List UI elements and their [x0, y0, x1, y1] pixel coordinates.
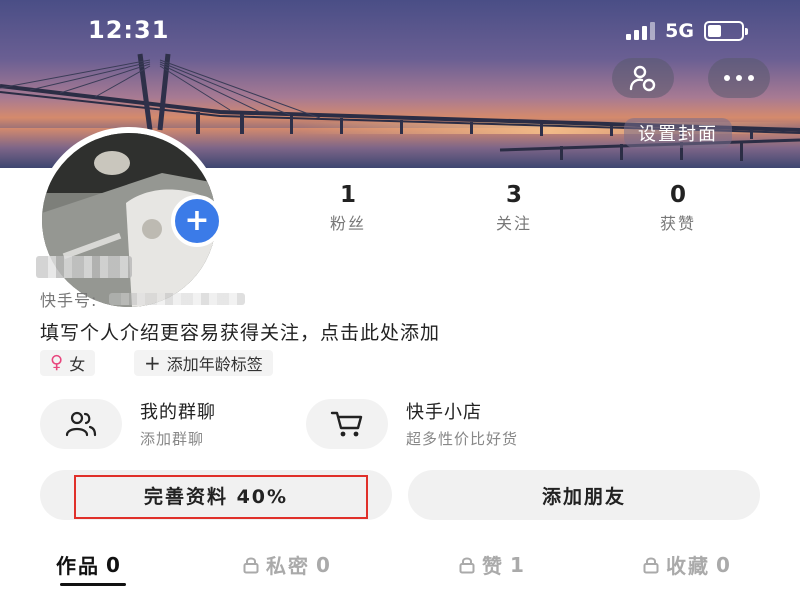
- lock-icon: [643, 557, 659, 573]
- active-tab-indicator: [60, 583, 126, 586]
- tab-label: 收藏: [666, 554, 710, 578]
- stat-value: 1: [339, 182, 356, 208]
- gender-tag[interactable]: ♀ 女: [40, 350, 96, 376]
- tab-count: 1: [510, 552, 526, 577]
- tab-label: 私密: [266, 554, 310, 578]
- stat-label: 粉丝: [329, 214, 366, 233]
- user-switch-icon: [629, 65, 656, 92]
- tab-favorites[interactable]: 收藏 0: [642, 550, 732, 579]
- signal-icon: [626, 22, 656, 40]
- more-icon: [724, 75, 754, 81]
- add-age-tag-button[interactable]: + 添加年龄标签: [134, 350, 273, 376]
- entry-title: 快手小店: [406, 402, 482, 423]
- kwai-id[interactable]: 快手号:: [40, 287, 246, 311]
- more-button[interactable]: [708, 58, 770, 98]
- plus-icon: +: [144, 351, 161, 375]
- username-blurred: [36, 256, 132, 278]
- avatar-add-button[interactable]: +: [171, 195, 223, 247]
- stat-value: 3: [505, 182, 522, 208]
- status-time: 12:31: [88, 16, 170, 44]
- user-switch-button[interactable]: [612, 58, 674, 98]
- cart-icon: [330, 411, 363, 436]
- stat-label: 获赞: [659, 214, 696, 233]
- female-icon: ♀: [50, 352, 64, 373]
- kwai-id-value-blurred: [109, 293, 246, 305]
- stat-following[interactable]: 3 关注: [454, 182, 574, 234]
- tab-works[interactable]: 作品 0: [56, 550, 122, 579]
- complete-profile-button[interactable]: 完善资料 40%: [40, 470, 392, 520]
- stat-likes[interactable]: 0 获赞: [618, 182, 738, 234]
- bio-placeholder[interactable]: 填写个人介绍更容易获得关注，点击此处添加: [40, 318, 440, 345]
- profile-screen: 12:31 5G 设置封面 + 1 粉丝 3 关注 0 获赞 快手号: 填写个人…: [0, 0, 800, 600]
- plus-icon: +: [184, 203, 210, 238]
- gender-label: 女: [69, 355, 86, 374]
- kwai-shop-entry[interactable]: 快手小店 超多性价比好货: [306, 398, 518, 449]
- tab-label: 赞: [482, 554, 504, 578]
- tab-count: 0: [716, 552, 732, 577]
- tab-label: 作品: [56, 554, 100, 578]
- entry-subtitle: 超多性价比好货: [406, 430, 519, 448]
- network-label: 5G: [665, 20, 694, 42]
- kwai-id-label: 快手号:: [40, 291, 98, 310]
- stat-label: 关注: [495, 214, 532, 233]
- battery-icon: [704, 21, 748, 41]
- add-friends-button[interactable]: 添加朋友: [408, 470, 760, 520]
- status-icons: 5G: [626, 20, 748, 42]
- lock-icon: [459, 557, 475, 573]
- set-cover-button[interactable]: 设置封面: [624, 118, 732, 148]
- entry-subtitle: 添加群聊: [140, 430, 205, 448]
- tab-private[interactable]: 私密 0: [242, 550, 332, 579]
- stat-value: 0: [669, 182, 686, 208]
- stat-fans[interactable]: 1 粉丝: [288, 182, 408, 234]
- group-chat-entry[interactable]: 我的群聊 添加群聊: [40, 398, 216, 449]
- age-tag-label: 添加年龄标签: [166, 355, 263, 374]
- lock-icon: [243, 557, 259, 573]
- tab-liked[interactable]: 赞 1: [458, 550, 526, 579]
- tab-count: 0: [316, 552, 332, 577]
- entry-title: 我的群聊: [140, 402, 216, 423]
- group-icon: [65, 411, 97, 436]
- tab-count: 0: [106, 552, 122, 577]
